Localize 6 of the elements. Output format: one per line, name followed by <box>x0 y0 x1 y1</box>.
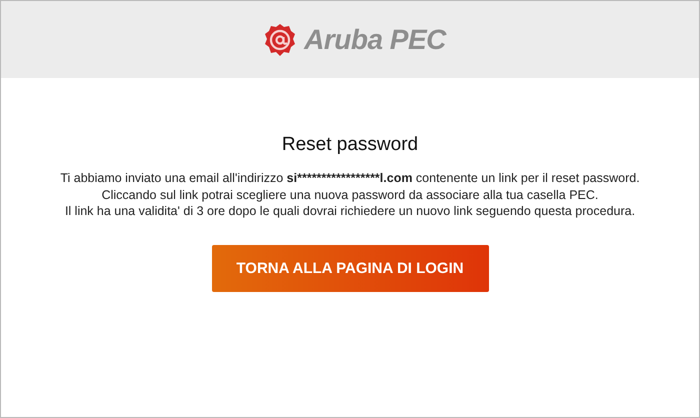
message-line: Cliccando sul link potrai scegliere una nuova password da associare alla tua casella PEC. <box>100 186 600 203</box>
message-line: Ti abbiamo inviato una email all'indirizzo si*****************l.com contenente un link per il reset password. <box>60 170 640 186</box>
logo-text: Aruba PEC <box>304 24 446 56</box>
message-line: Il link ha una validita' di 3 ore dopo le quali dovrai richiedere un nuovo link seguendo questa procedura. <box>64 203 636 220</box>
page-title: Reset password <box>282 134 418 156</box>
back-to-login-button[interactable]: TORNA ALLA PAGINA DI LOGIN <box>212 244 488 292</box>
